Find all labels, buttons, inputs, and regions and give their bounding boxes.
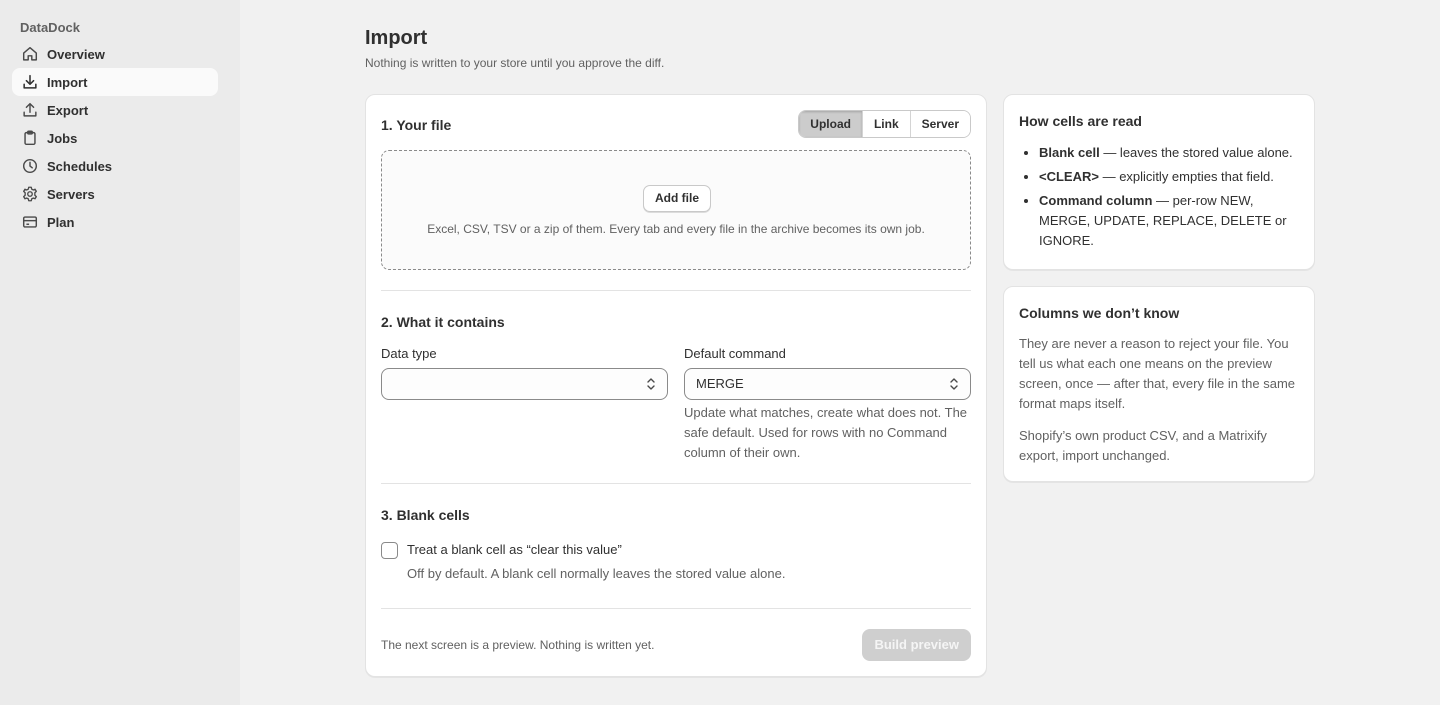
supported-formats-paragraph: Shopify’s own product CSV, and a Matrixi… xyxy=(1019,428,1267,463)
data-type-select[interactable] xyxy=(381,368,668,400)
list-item: <CLEAR> — explicitly empties that field. xyxy=(1039,167,1304,187)
page-title: Import xyxy=(365,27,428,49)
clock-icon xyxy=(22,158,38,174)
list-item: Command column — per-row NEW, MERGE, UPD… xyxy=(1039,191,1304,251)
sidebar-item-servers[interactable]: Servers xyxy=(12,180,218,208)
data-type-label: Data type xyxy=(381,346,437,361)
sidebar-item-label: Schedules xyxy=(47,158,113,174)
section-title-your-file: 1. Your file xyxy=(381,117,452,133)
page-header: Import Nothing is written to your store … xyxy=(365,26,664,70)
sidebar-item-label: Jobs xyxy=(47,130,78,146)
default-command-help: Update what matches, create what does no… xyxy=(684,405,968,460)
sidebar-item-label: Servers xyxy=(47,186,95,202)
sidebar: DataDock Overview Import Export Jobs Sch… xyxy=(0,0,240,705)
default-command-value: MERGE xyxy=(696,376,744,391)
rule-term: Blank cell xyxy=(1039,145,1100,160)
rule-term: Command column xyxy=(1039,193,1153,208)
sidebar-item-plan[interactable]: Plan xyxy=(12,208,218,236)
tab-link[interactable]: Link xyxy=(861,111,910,137)
sidebar-item-label: Import xyxy=(47,74,88,90)
sidebar-item-jobs[interactable]: Jobs xyxy=(12,124,218,152)
import-form-card: 1. Your file Upload Link Server Add file… xyxy=(365,94,987,677)
section-divider xyxy=(381,290,971,291)
sidebar-item-label: Export xyxy=(47,102,89,118)
sidebar-item-overview[interactable]: Overview xyxy=(12,40,218,68)
footer-note: The next screen is a preview. Nothing is… xyxy=(381,638,655,652)
export-icon xyxy=(23,102,37,117)
section-title-blank-cells: 3. Blank cells xyxy=(381,507,470,523)
unknown-columns-card: Columns we don’t know They are never a r… xyxy=(1003,286,1315,482)
sidebar-item-import[interactable]: Import xyxy=(12,68,218,96)
page-subtitle: Nothing is written to your store until y… xyxy=(365,56,665,70)
home-icon xyxy=(22,46,38,61)
credit-card-icon xyxy=(22,216,38,228)
rule-term: <CLEAR> xyxy=(1039,169,1099,184)
default-command-label: Default command xyxy=(684,346,786,361)
import-icon xyxy=(23,74,37,89)
tab-server[interactable]: Server xyxy=(909,111,970,137)
unknown-columns-paragraph: They are never a reason to reject your f… xyxy=(1019,336,1296,411)
sidebar-nav: Overview Import Export Jobs Schedules Se… xyxy=(12,40,218,236)
dropzone-hint: Excel, CSV, TSV or a zip of them. Every … xyxy=(427,222,925,236)
list-item: Blank cell — leaves the stored value alo… xyxy=(1039,143,1304,163)
section-divider xyxy=(381,483,971,484)
gear-icon xyxy=(23,186,37,202)
sidebar-item-label: Plan xyxy=(47,214,75,230)
chevron-up-down-icon xyxy=(950,378,958,390)
sidebar-item-export[interactable]: Export xyxy=(12,96,218,124)
clear-blank-checkbox[interactable] xyxy=(381,542,398,559)
sidebar-item-label: Overview xyxy=(47,46,105,62)
clear-blank-help: Off by default. A blank cell normally le… xyxy=(407,566,786,581)
source-tabs: Upload Link Server xyxy=(798,110,971,138)
rule-description: — leaves the stored value alone. xyxy=(1099,145,1293,160)
chevron-up-down-icon xyxy=(647,378,655,390)
tab-upload[interactable]: Upload xyxy=(799,111,862,137)
clear-blank-label[interactable]: Treat a blank cell as “clear this value” xyxy=(407,542,622,557)
sidebar-item-schedules[interactable]: Schedules xyxy=(12,152,218,180)
card-title: Columns we don’t know xyxy=(1019,305,1180,321)
section-title-contains: 2. What it contains xyxy=(381,314,505,330)
card-title: How cells are read xyxy=(1019,113,1142,129)
cells-rules-list: Blank cell — leaves the stored value alo… xyxy=(1039,143,1304,255)
clipboard-icon xyxy=(24,130,36,146)
section-divider xyxy=(381,608,971,609)
how-cells-read-card: How cells are read Blank cell — leaves t… xyxy=(1003,94,1315,270)
rule-description: — explicitly empties that field. xyxy=(1098,169,1274,184)
brand-name: DataDock xyxy=(20,20,80,35)
add-file-button[interactable]: Add file xyxy=(643,185,711,212)
default-command-select[interactable]: MERGE xyxy=(684,368,971,400)
build-preview-button[interactable]: Build preview xyxy=(862,629,971,661)
file-dropzone[interactable]: Add file Excel, CSV, TSV or a zip of the… xyxy=(381,150,971,270)
